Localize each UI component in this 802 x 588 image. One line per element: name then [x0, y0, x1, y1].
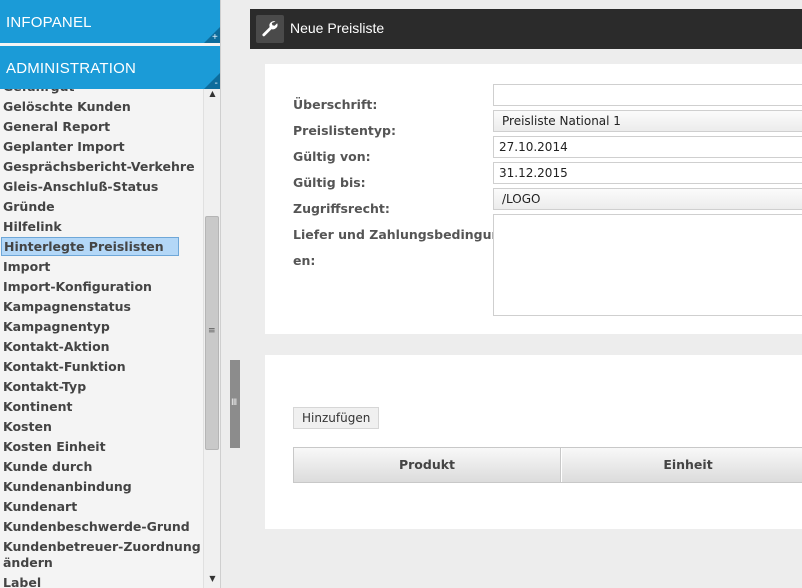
grip-icon: ≡ [208, 326, 216, 336]
sidebar-item[interactable]: Import-Konfiguration [0, 277, 203, 297]
sidebar-item[interactable]: Gefahrgut [0, 89, 203, 97]
sidebar-item[interactable]: Gesprächsbericht-Verkehre [0, 157, 203, 177]
sidebar-item-label: Kunde durch [3, 459, 93, 474]
sidebar-item-label: Kampagnentyp [3, 319, 110, 334]
sidebar-item-label: Kosten Einheit [3, 439, 106, 454]
administration-label: ADMINISTRATION [6, 60, 137, 77]
zugriffsrecht-select[interactable]: /LOGO [493, 188, 802, 210]
form-card: Überschrift: Preislistentyp: Preisliste … [265, 64, 802, 334]
sidebar-item[interactable]: Geplanter Import [0, 137, 203, 157]
sidebar-item[interactable]: Kundenbeschwerde-Grund [0, 517, 203, 537]
sidebar-item[interactable]: Hilfelink [0, 217, 203, 237]
sidebar-item[interactable]: Kosten Einheit [0, 437, 203, 457]
sidebar-item-label: Import [3, 259, 51, 274]
sidebar-item[interactable]: Kontinent [0, 397, 203, 417]
sidebar-item-label: Label [3, 575, 42, 588]
scroll-down-arrow-icon[interactable]: ▼ [204, 574, 221, 588]
sidebar-item-label: Gelöschte Kunden [3, 99, 131, 114]
sidebar-item[interactable]: Label [0, 573, 203, 588]
sidebar-item[interactable]: Kontakt-Aktion [0, 337, 203, 357]
products-table-header: Produkt Einheit [293, 447, 802, 483]
sidebar-item-label: Gleis-Anschluß-Status [3, 179, 159, 194]
preislistentyp-label: Preislistentyp: [293, 123, 396, 138]
sidebar-item[interactable]: Kampagnentyp [0, 317, 203, 337]
sidebar-item[interactable]: Kosten [0, 417, 203, 437]
gueltig-bis-label: Gültig bis: [293, 175, 366, 190]
products-card: Hinzufügen Produkt Einheit [265, 355, 802, 529]
sidebar-item[interactable]: Kontakt-Typ [0, 377, 203, 397]
sidebar-item-label: Kontakt-Aktion [3, 339, 110, 354]
sidebar-item-label: General Report [3, 119, 111, 134]
main-content: Neue Preisliste Überschrift: Preislisten… [250, 9, 802, 588]
panel-splitter[interactable]: Ⅲ [230, 360, 240, 448]
sidebar-item-label: Hinterlegte Preislisten [1, 237, 179, 256]
collapse-icon[interactable]: - [214, 79, 218, 89]
page-title: Neue Preisliste [290, 20, 385, 36]
splitter-grip-icon: Ⅲ [231, 398, 238, 408]
title-bar: Neue Preisliste [250, 9, 802, 49]
sidebar-item-label: Kontakt-Funktion [3, 359, 126, 374]
sidebar-item-label: Geplanter Import [3, 139, 125, 154]
sidebar-item[interactable]: Kontakt-Funktion [0, 357, 203, 377]
infopanel-header[interactable]: INFOPANEL + [0, 0, 220, 43]
sidebar-item-label: Kundenbeschwerde-Grund [3, 519, 190, 534]
scroll-up-arrow-icon[interactable]: ▲ [204, 89, 221, 103]
sidebar-item-label: Kontinent [3, 399, 73, 414]
sidebar-item-label: Kontakt-Typ [3, 379, 87, 394]
bedingung-label-line1: Liefer und Zahlungsbedingung [293, 227, 510, 242]
column-header-produkt[interactable]: Produkt [294, 448, 561, 482]
sidebar-item-label: Kundenart [3, 499, 78, 514]
sidebar-item[interactable]: General Report [0, 117, 203, 137]
expand-icon[interactable]: + [212, 33, 218, 43]
wrench-icon [256, 15, 284, 43]
administration-list: Gefahrgut Gelöschte Kunden General Report G… [0, 89, 220, 588]
bedingung-textarea[interactable] [493, 214, 802, 316]
sidebar-item-label: Hilfelink [3, 219, 62, 234]
sidebar-item[interactable]: Kampagnenstatus [0, 297, 203, 317]
sidebar-item-label: Gründe [3, 199, 55, 214]
sidebar-item[interactable]: Kundenart [0, 497, 203, 517]
administration-header[interactable]: ADMINISTRATION - [0, 46, 220, 89]
scrollbar-thumb[interactable]: ≡ [205, 216, 219, 450]
gueltig-von-label: Gültig von: [293, 149, 371, 164]
zugriffsrecht-label: Zugriffsrecht: [293, 201, 390, 216]
sidebar-item[interactable]: Gelöschte Kunden [0, 97, 203, 117]
sidebar-item[interactable]: Kunde durch [0, 457, 203, 477]
preislistentyp-select[interactable]: Preisliste National 1 [493, 110, 802, 132]
sidebar-item[interactable]: Gründe [0, 197, 203, 217]
infopanel-label: INFOPANEL [6, 14, 92, 31]
sidebar-item[interactable]: Gleis-Anschluß-Status [0, 177, 203, 197]
gueltig-von-input[interactable]: 27.10.2014 [493, 136, 802, 158]
bedingung-label-line2: en: [293, 253, 316, 268]
sidebar-item[interactable]: Kundenanbindung [0, 477, 203, 497]
sidebar-item[interactable]: Hinterlegte Preislisten [0, 237, 203, 257]
column-header-einheit[interactable]: Einheit [562, 448, 802, 482]
sidebar-item-label: Kampagnenstatus [3, 299, 131, 314]
sidebar-item-label: Kundenbetreuer-Zuordnung ändern [3, 539, 201, 570]
add-button[interactable]: Hinzufügen [293, 407, 380, 429]
sidebar-item-label: Gefahrgut [3, 89, 75, 94]
sidebar-item[interactable]: Kundenbetreuer-Zuordnung ändern [0, 537, 203, 573]
sidebar-item-label: Kundenanbindung [3, 479, 132, 494]
sidebar: INFOPANEL + ADMINISTRATION - GefahrgutGe… [0, 0, 221, 588]
sidebar-item-label: Kosten [3, 419, 52, 434]
sidebar-scrollbar[interactable]: ▲ ≡ ▼ [203, 89, 220, 588]
gueltig-bis-input[interactable]: 31.12.2015 [493, 162, 802, 184]
sidebar-item-label: Import-Konfiguration [3, 279, 152, 294]
ueberschrift-label: Überschrift: [293, 97, 378, 112]
ueberschrift-input[interactable] [493, 84, 802, 106]
sidebar-item[interactable]: Import [0, 257, 203, 277]
sidebar-item-label: Gesprächsbericht-Verkehre [3, 159, 195, 174]
